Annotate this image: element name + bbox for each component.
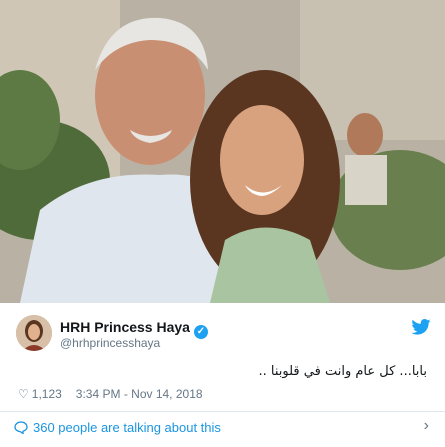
like-count[interactable]: 1,123 bbox=[32, 387, 62, 401]
speech-bubble-icon bbox=[14, 420, 28, 435]
divider bbox=[0, 411, 445, 412]
author-handle[interactable]: @hrhprincesshaya bbox=[60, 336, 160, 350]
heart-icon[interactable]: ♡ bbox=[18, 387, 29, 401]
tweet-text: بابا... كل عام وانت في قلوبنا .. bbox=[258, 364, 427, 379]
verified-badge-icon: ✓ bbox=[193, 325, 208, 339]
tweet-photo[interactable] bbox=[0, 0, 445, 303]
conversation-link[interactable]: 360 people are talking about this bbox=[14, 420, 221, 435]
tweet-header: HRH Princess Haya ✓ @hrhprincesshaya bbox=[0, 303, 445, 358]
chevron-right-icon[interactable]: › bbox=[424, 417, 429, 435]
tweet-meta: ♡ 1,123 3:34 PM - Nov 14, 2018 bbox=[18, 387, 203, 401]
tweet-timestamp[interactable]: 3:34 PM - Nov 14, 2018 bbox=[76, 387, 203, 401]
author-avatar[interactable] bbox=[16, 315, 52, 351]
author-name-text: HRH Princess Haya bbox=[60, 319, 190, 335]
twitter-bird-icon[interactable] bbox=[411, 319, 431, 335]
conversation-text: 360 people are talking about this bbox=[33, 420, 221, 435]
